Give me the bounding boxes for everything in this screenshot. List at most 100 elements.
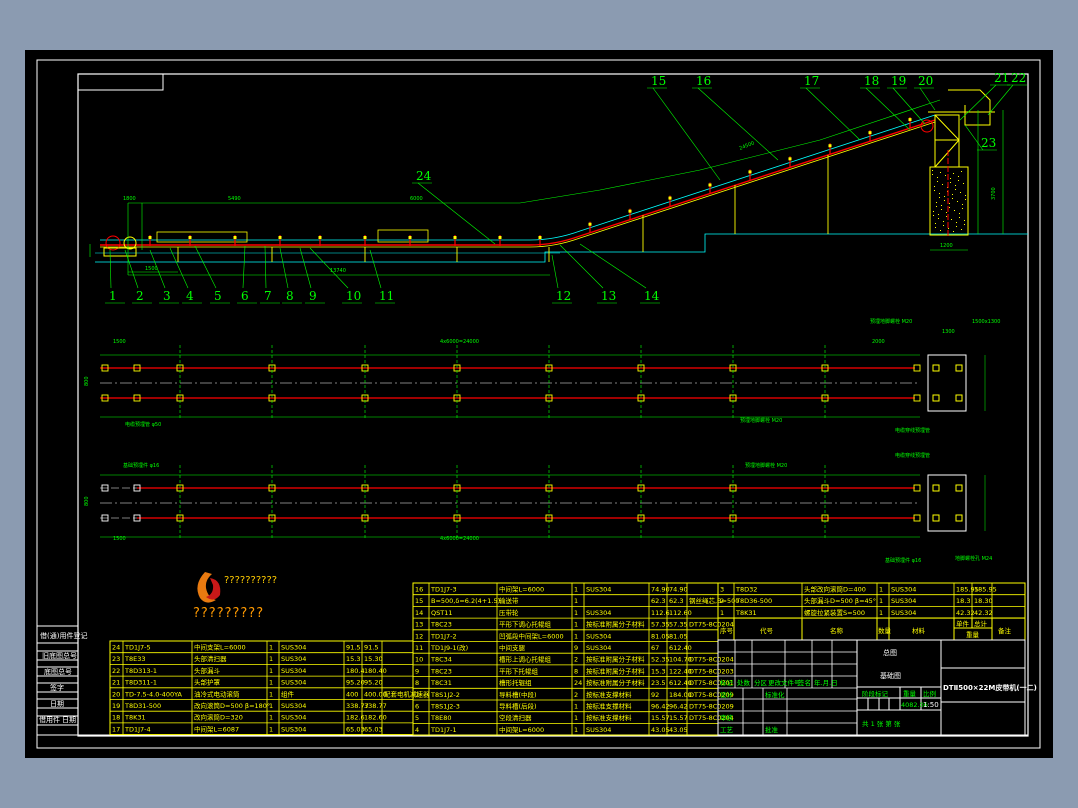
note-bolt-hole: 基础预埋件 φ16 [885,557,921,564]
parts_mid-cell: 按标准支撑材料 [586,713,632,722]
parts_mid-cell: 5 [415,714,419,722]
parts_mid-cell: 67 [651,644,659,652]
hatch-dot [964,220,965,221]
balloon-number: 8 [286,289,294,303]
parts_mid-cell: 15 [415,597,423,605]
idler-roller [453,236,457,239]
parts_mid-cell: 10 [415,656,423,664]
parts_left-cell: TD-7.5-4.0-400YA [124,690,183,698]
parts_right-cell: T8D32 [735,586,757,594]
parts_left-cell: SUS304 [281,725,306,733]
parts_right-cell: T8K31 [735,609,757,617]
plan1-left-dimension: 1500 [113,339,126,345]
revision-approve-label: 批准 [765,725,779,734]
hatch-dot [955,189,956,190]
dim-span1: 5490 [228,196,241,202]
parts_left-cell: 17 [112,725,120,733]
parts_mid-cell: 凹弧段中间架L=6000 [499,631,564,640]
parts_mid-cell: 按标准附属分子材料 [586,655,645,664]
logo-company-name: ????????? [193,606,264,621]
parts_mid-cell: 612.40 [669,644,692,652]
hatch-dot [956,226,957,227]
parts_mid-cell: SUS304 [586,726,611,734]
parts_mid-cell: 槽形上调心托辊组 [499,655,552,664]
parts_mid-cell: T8C31 [430,679,452,687]
parts_mid-cell: 43.05 [669,726,688,734]
hatch-dot [933,211,934,212]
parts_right-cell: 3 [720,586,724,594]
revision-col-label: 分区 [754,678,768,687]
parts_mid-cell: 81.05 [669,632,688,640]
parts_left-cell: 中间架L=6087 [194,724,239,733]
hatch-dot [941,205,942,206]
parts_left-cell: 1 [269,644,273,652]
parts_left-cell: 改向滚筒D=320 [194,713,243,722]
revision-check-label: 审核 [720,713,734,722]
idler-roller [148,236,152,239]
hatch-dot [950,178,951,179]
parts_left-cell: 中间支架L=6000 [194,643,246,652]
balloon-number: 16 [696,74,711,88]
dim-height: 3700 [991,187,997,200]
parts_mid-cell: SUS304 [586,586,611,594]
parts_right-cell: 18.3 [956,597,970,605]
parts_right-cell: 1 [879,586,883,594]
hatch-dot [962,204,963,205]
parts_left-cell: T8D311-1 [124,679,157,687]
hatch-dot [937,177,938,178]
hatch-dot [952,194,953,195]
plan2-total-dimension: 4x6000=24000 [440,536,479,542]
parts_mid-cell: 导料槽(后段) [499,702,537,711]
parts_mid-cell: 输送带 [499,596,519,605]
balloon-number: 15 [651,74,666,88]
parts_left-cell: TD1J7-4 [124,725,151,733]
idler-roller [318,236,322,239]
hatch-dot [954,210,955,211]
parts_mid-cell: TD1J9-1(改) [430,643,468,652]
hatch-dot [939,197,940,198]
hatch-dot [945,175,946,176]
parts_mid-cell: T8C23 [430,667,452,675]
parts_mid-cell: 中间架L=6000 [499,725,544,734]
parts_mid-cell: 4 [415,726,419,734]
hatch-dot [946,212,947,213]
parts_left-cell: 1 [269,714,273,722]
stamp-borrowed-label: 借(通)用件登记 [40,631,87,640]
header-total: 总计 [974,619,988,628]
parts_left-cell: SUS304 [281,667,306,675]
parts_left-cell: 15.30 [364,655,383,663]
parts_mid-cell: 1 [574,621,578,629]
plan1-total-dimension: 4x6000=24000 [440,339,479,345]
revision-design-label: 设计 [720,690,734,699]
hatch-dot [953,231,954,232]
idler-roller [498,236,502,239]
parts_left-cell: 91.5 [364,644,378,652]
parts_mid-cell: 2 [574,656,578,664]
logo-subtitle: ?????????? [224,575,277,586]
balloon-number: 13 [601,289,616,303]
hatch-dot [934,186,935,187]
stamp-borrow-label: 借用件 [39,715,60,724]
stage-mark-label: 阶段标记 [862,689,889,698]
parts_mid-cell: 槽形托辊组 [499,678,532,687]
dim-overall: 13740 [330,268,346,274]
hatch-dot [932,170,933,171]
parts_mid-cell: 1 [574,726,578,734]
header-weight: 重量 [966,631,980,639]
dim-span2: 6000 [410,196,423,202]
dim-left-gap: 1800 [123,196,136,202]
weight-label: 重量 [903,690,917,698]
parts_right-cell: 头部漏斗D=500 β=45° [804,596,876,605]
balloon-number: 17 [804,74,819,88]
parts_mid-cell: 导料槽(中段) [499,690,537,699]
balloon-number: 14 [644,289,660,303]
parts_mid-cell: 8 [415,679,419,687]
title-foundation-drawing: 基础图 [880,671,901,680]
parts_mid-cell: 12 [415,632,423,640]
hatch-dot [959,217,960,218]
parts_right-cell: 1 [879,597,883,605]
plan1-found-dimension: 1300 [942,329,955,335]
cad-drawing-viewport[interactable]: 借(通)用件登记 旧底图总号 底图总号 签字 日期 借用件 日期 1800 54… [0,0,1078,808]
parts_mid-cell: DT75-8C0204 [689,656,734,664]
hatch-dot [946,216,947,217]
